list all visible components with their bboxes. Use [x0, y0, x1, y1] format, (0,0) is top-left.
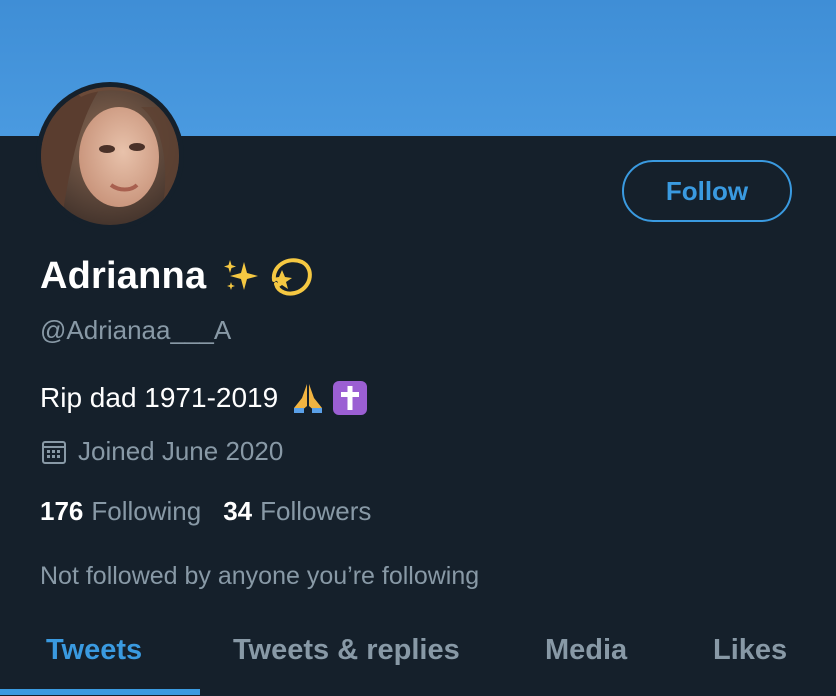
tab-likes[interactable]: Likes — [713, 634, 787, 667]
joined-row: Joined June 2020 — [40, 436, 283, 467]
following-stat[interactable]: 176 Following — [40, 496, 201, 527]
profile-tabs: Tweets Tweets & replies Media Likes — [0, 622, 836, 696]
calendar-icon — [40, 438, 68, 466]
tab-tweets[interactable]: Tweets — [46, 634, 142, 667]
handle: @Adrianaa___A — [40, 315, 232, 345]
stats-row: 176 Following 34 Followers — [40, 496, 371, 527]
bio-row: Rip dad 1971-2019 — [40, 380, 368, 416]
following-label: Following — [91, 496, 202, 526]
following-count: 176 — [40, 496, 84, 526]
tab-media[interactable]: Media — [545, 634, 627, 667]
name-row: Adrianna — [40, 252, 316, 300]
avatar[interactable] — [36, 82, 184, 230]
avatar-photo — [41, 87, 179, 225]
followers-stat[interactable]: 34 Followers — [223, 496, 371, 527]
folded-hands-icon — [290, 380, 326, 416]
joined-date: Joined June 2020 — [78, 436, 284, 466]
not-followed-note: Not followed by anyone you’re following — [40, 562, 480, 590]
bio: Rip dad 1971-2019 — [40, 382, 279, 413]
active-tab-indicator — [0, 689, 200, 695]
latin-cross-icon — [332, 380, 368, 416]
tab-tweets-replies[interactable]: Tweets & replies — [233, 634, 460, 667]
follow-button[interactable]: Follow — [622, 160, 792, 222]
display-name: Adrianna — [40, 254, 207, 297]
followers-count: 34 — [223, 496, 253, 526]
dizzy-icon — [268, 252, 316, 300]
sparkles-icon — [222, 256, 262, 296]
followers-label: Followers — [260, 496, 372, 526]
